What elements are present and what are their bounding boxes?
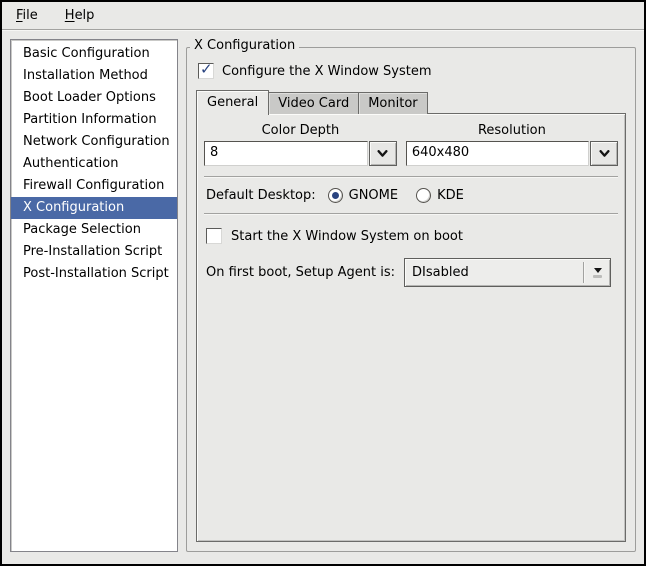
sidebar-item-network-configuration[interactable]: Network Configuration [11,131,177,153]
sidebar-item-firewall-configuration[interactable]: Firewall Configuration [11,175,177,197]
color-depth-combobox: 8 [204,141,397,166]
radio-dot-icon [420,192,427,199]
setup-agent-label: On first boot, Setup Agent is: [206,265,395,280]
resolution-dropdown-button[interactable] [590,141,618,166]
color-depth-label: Color Depth [204,123,397,138]
setup-agent-value: DIsabled [405,265,583,280]
gnome-radio-label: GNOME [349,188,398,203]
arrow-down-icon [594,268,602,273]
radio-dot-icon [332,192,339,199]
separator [204,213,618,215]
default-desktop-label: Default Desktop: [206,188,316,203]
sidebar-item-package-selection[interactable]: Package Selection [11,219,177,241]
content-area: Basic Configuration Installation Method … [2,31,644,564]
kde-radio-label: KDE [437,188,464,203]
sidebar-item-authentication[interactable]: Authentication [11,153,177,175]
sidebar-item-pre-installation-script[interactable]: Pre-Installation Script [11,241,177,263]
general-tab-panel: Color Depth 8 Resolution 640x4 [196,113,626,542]
start-x-on-boot-label: Start the X Window System on boot [231,229,463,244]
option-menu-indicator [585,268,610,278]
resolution-group: Resolution 640x480 [406,123,618,166]
setup-agent-row: On first boot, Setup Agent is: DIsabled [206,258,618,287]
start-x-on-boot-row: Start the X Window System on boot [206,228,618,244]
section-list: Basic Configuration Installation Method … [10,39,178,552]
sidebar-item-x-configuration[interactable]: X Configuration [11,197,177,219]
configure-x-checkbox[interactable]: ✓ [198,63,214,79]
x-config-tabs: General Video Card Monitor [196,90,626,114]
resolution-value[interactable]: 640x480 [406,141,589,166]
frame-title: X Configuration [190,38,299,53]
chevron-down-icon [599,146,610,161]
check-icon: ✓ [200,60,213,78]
color-depth-value[interactable]: 8 [204,141,368,166]
tab-monitor[interactable]: Monitor [358,92,427,114]
gnome-radio-group: GNOME [328,188,398,203]
menu-file[interactable]: File [13,6,41,25]
sidebar-item-partition-information[interactable]: Partition Information [11,109,177,131]
depth-resolution-row: Color Depth 8 Resolution 640x4 [204,123,618,166]
indicator-dash [593,275,602,278]
tab-video-card[interactable]: Video Card [268,92,359,114]
tab-general[interactable]: General [196,90,269,115]
x-configuration-frame: X Configuration ✓ Configure the X Window… [186,47,636,552]
start-x-on-boot-checkbox[interactable] [206,228,222,244]
menu-help[interactable]: Help [62,6,98,25]
setup-agent-dropdown[interactable]: DIsabled [404,258,611,287]
configure-x-row: ✓ Configure the X Window System [198,63,626,79]
kickstart-configurator-window: File Help Basic Configuration Installati… [0,0,646,566]
main-panel: X Configuration ✓ Configure the X Window… [186,39,636,552]
sidebar-item-basic-configuration[interactable]: Basic Configuration [11,43,177,65]
kde-radio[interactable] [416,188,431,203]
resolution-combobox: 640x480 [406,141,618,166]
sidebar-item-installation-method[interactable]: Installation Method [11,65,177,87]
sidebar-item-post-installation-script[interactable]: Post-Installation Script [11,263,177,285]
color-depth-group: Color Depth 8 [204,123,397,166]
panel-empty-space [204,287,618,532]
resolution-label: Resolution [406,123,618,138]
configure-x-label: Configure the X Window System [222,64,432,79]
gnome-radio[interactable] [328,188,343,203]
separator [204,176,618,178]
chevron-down-icon [377,146,388,161]
menubar: File Help [2,2,644,29]
kde-radio-group: KDE [416,188,464,203]
color-depth-dropdown-button[interactable] [369,141,397,166]
sidebar-item-boot-loader-options[interactable]: Boot Loader Options [11,87,177,109]
default-desktop-row: Default Desktop: GNOME KDE [204,188,618,203]
